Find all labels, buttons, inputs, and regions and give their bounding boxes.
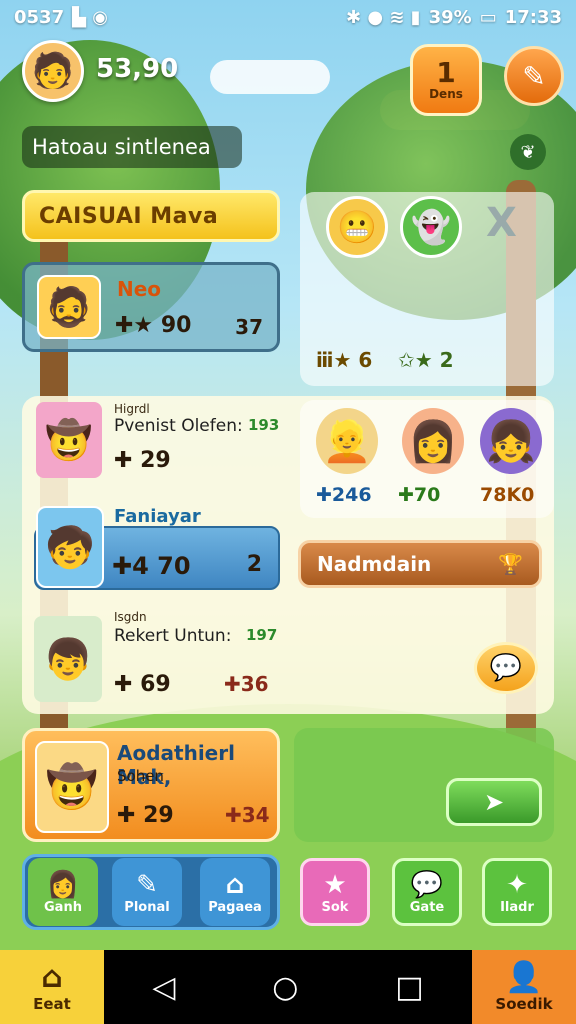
action-button[interactable]: Nadmdain 🏆 xyxy=(298,540,542,588)
character-portrait: 🤠 xyxy=(36,402,102,478)
tab-label: Eeat xyxy=(33,995,71,1013)
card-subtitle: Sohen xyxy=(117,767,164,785)
emoji-icon[interactable]: 😬 xyxy=(326,196,388,258)
character-avatar[interactable]: 👩 xyxy=(402,408,464,474)
list-item[interactable]: 👦 Isgdn Rekert Untun: 197 ✚ 69 ✚36 xyxy=(34,610,284,704)
card-name: Neo xyxy=(117,277,162,301)
user-icon: 👤 xyxy=(505,960,543,995)
nav-button-sok[interactable]: ★ Sok xyxy=(300,858,370,926)
gear-icon: ✎ xyxy=(522,59,546,93)
card-score: ✚ 29 xyxy=(117,803,174,828)
chat-icon: 💬 xyxy=(489,653,523,683)
status-time: 0537 xyxy=(14,6,65,28)
character-score: ✚246 xyxy=(316,484,372,506)
back-icon[interactable]: ◁ xyxy=(152,970,175,1005)
badge-number: 1 xyxy=(436,56,456,89)
character-score: 78K0 xyxy=(480,484,535,506)
nav-label: Ganh xyxy=(44,899,82,915)
list-item[interactable]: 🤠 Higrdl Pvenist Olefen: 193 ✚ 29 xyxy=(36,402,286,484)
item-score-secondary: ✚36 xyxy=(224,672,269,696)
character-portrait: 🤠 xyxy=(35,741,109,833)
card-header: Faniayar xyxy=(114,506,201,527)
nav-button-gate[interactable]: 💬 Gate xyxy=(392,858,462,926)
item-title: Rekert Untun: xyxy=(114,626,232,646)
leaf-button[interactable]: ❦ xyxy=(510,134,546,170)
tab-home[interactable]: ⌂ Eeat xyxy=(0,950,104,1024)
item-tag: Higrdl xyxy=(114,402,150,416)
reward-stat-2: ✩★ 2 xyxy=(398,348,454,372)
battery-icon: ▭ xyxy=(479,6,497,28)
arrow-icon: ➤ xyxy=(483,788,505,816)
home-icon: ⌂ xyxy=(41,960,63,995)
pencil-icon: ✎ xyxy=(136,869,158,900)
play-button[interactable]: ➤ xyxy=(446,778,542,826)
card-rank: 37 xyxy=(235,315,263,339)
section-title[interactable]: CAISUAI Mava xyxy=(22,190,280,242)
player-card-highlight[interactable]: Faniayar 🧒 ✚4 70 2 xyxy=(34,502,280,590)
card-rank: 2 xyxy=(246,552,262,577)
nav-label: Plonal xyxy=(124,899,170,915)
character-avatar[interactable]: 👱 xyxy=(316,408,378,474)
home-circle-icon[interactable]: ○ xyxy=(272,970,298,1005)
coin-count: 53,90 xyxy=(96,54,179,84)
event-badge-button[interactable]: 1 Dens xyxy=(410,44,482,116)
status-bar: 0537 ▙ ◉ ✱ ● ≋ ▮ 39% ▭ 17:33 xyxy=(0,0,576,34)
nav-button-iladr[interactable]: ✦ Iladr xyxy=(482,858,552,926)
action-label: Nadmdain xyxy=(317,552,432,576)
card-score: ✚4 70 xyxy=(112,552,191,580)
chat-icon: 💬 xyxy=(410,869,444,900)
nav-label: Sok xyxy=(321,899,349,915)
house-icon: ⌂ xyxy=(225,869,245,900)
nav-label: Gate xyxy=(409,899,445,915)
badge-label: Dens xyxy=(429,87,463,101)
ghost-icon[interactable]: 👻 xyxy=(400,196,462,258)
nav-button-ganh[interactable]: 👩 Ganh xyxy=(28,858,98,926)
recents-icon[interactable]: □ xyxy=(395,970,423,1005)
banner-text: Hatoau sintlenea xyxy=(22,126,242,168)
notification-icon: ▙ ◉ xyxy=(72,6,108,28)
chat-button[interactable]: 💬 xyxy=(474,642,538,694)
star-icon: ★ xyxy=(323,869,347,900)
item-level: 193 xyxy=(248,416,280,434)
leaf-icon: ❦ xyxy=(520,141,536,163)
reward-stat-1: ⅲ★ 6 xyxy=(316,348,373,372)
clock: 17:33 xyxy=(504,6,562,28)
trophy-icon: 🏆 xyxy=(498,552,523,576)
player-card-featured[interactable]: 🤠 Aodathierl Mak, Sohen ✚ 29 ✚34 xyxy=(22,728,280,842)
card-score-secondary: ✚34 xyxy=(225,803,270,827)
character-avatar[interactable]: 👧 xyxy=(480,408,542,474)
system-icons: ✱ ● ≋ ▮ xyxy=(346,6,421,28)
nav-button-pagaea[interactable]: ⌂ Pagaea xyxy=(200,858,270,926)
settings-button[interactable]: ✎ xyxy=(504,46,564,106)
puzzle-icon: ✦ xyxy=(506,869,528,900)
battery-level: 39% xyxy=(428,6,472,28)
nav-button-plonal[interactable]: ✎ Plonal xyxy=(112,858,182,926)
item-score: ✚ 69 xyxy=(114,672,171,697)
close-icon[interactable]: X xyxy=(486,200,517,246)
system-nav-bar: ◁ ○ □ xyxy=(104,950,472,1024)
player-avatar[interactable]: 🧑 xyxy=(22,40,84,102)
nav-label: Pagaea xyxy=(208,899,262,915)
character-icon: 👩 xyxy=(46,869,80,900)
item-title: Pvenist Olefen: xyxy=(114,416,243,436)
tab-label: Soedik xyxy=(495,995,553,1013)
character-portrait: 🧒 xyxy=(36,506,104,588)
player-card-neo[interactable]: 🧔 Neo ✚★ 90 37 xyxy=(22,262,280,352)
character-score: ✚70 xyxy=(398,484,441,506)
tab-profile[interactable]: 👤 Soedik xyxy=(472,950,576,1024)
character-portrait: 👦 xyxy=(34,616,102,702)
nav-label: Iladr xyxy=(500,899,534,915)
character-portrait: 🧔 xyxy=(37,275,101,339)
player-face-icon: 🧑 xyxy=(31,51,75,91)
card-score: ✚★ 90 xyxy=(115,313,192,338)
item-level: 197 xyxy=(246,626,278,644)
item-tag: Isgdn xyxy=(114,610,147,624)
item-score: ✚ 29 xyxy=(114,448,171,473)
